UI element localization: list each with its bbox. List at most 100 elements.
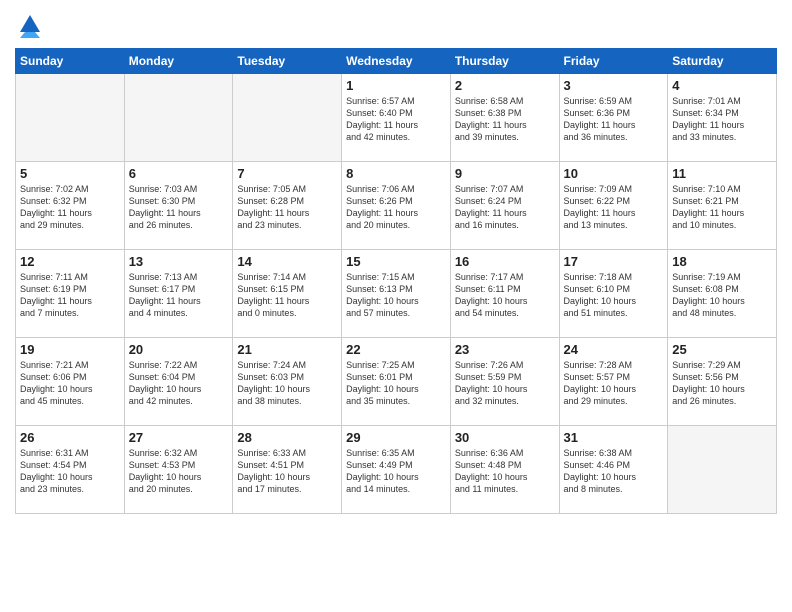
calendar-cell: 11 Sunrise: 7:10 AM Sunset: 6:21 PM Dayli… [668, 162, 777, 250]
calendar-cell: 26Sunrise: 6:31 AM Sunset: 4:54 PM Dayli… [16, 426, 125, 514]
day-info: Sunrise: 7:02 AM Sunset: 6:32 PM Dayligh… [20, 183, 120, 232]
day-number: 24 [564, 342, 664, 357]
calendar-cell: 2 Sunrise: 6:58 AM Sunset: 6:38 PM Daylig… [450, 74, 559, 162]
week-row-4: 19 Sunrise: 7:21 AM Sunset: 6:06 PM Dayli… [16, 338, 777, 426]
logo [15, 10, 48, 40]
day-number: 7 [237, 166, 337, 181]
day-info: Sunrise: 7:05 AM Sunset: 6:28 PM Dayligh… [237, 183, 337, 232]
day-info: Sunrise: 7:07 AM Sunset: 6:24 PM Dayligh… [455, 183, 555, 232]
calendar-cell: 21 Sunrise: 7:24 AM Sunset: 6:03 PM Dayli… [233, 338, 342, 426]
calendar-cell: 24 Sunrise: 7:28 AM Sunset: 5:57 PM Dayli… [559, 338, 668, 426]
day-info: Sunrise: 7:13 AM Sunset: 6:17 PM Dayligh… [129, 271, 229, 320]
day-number: 12 [20, 254, 120, 269]
day-info: Sunrise: 7:18 AM Sunset: 6:10 PM Dayligh… [564, 271, 664, 320]
calendar-cell: 4Sunrise: 7:01 AM Sunset: 6:34 PM Daylig… [668, 74, 777, 162]
calendar-cell [124, 74, 233, 162]
calendar-cell: 18Sunrise: 7:19 AM Sunset: 6:08 PM Dayli… [668, 250, 777, 338]
day-number: 11 [672, 166, 772, 181]
weekday-header-tuesday: Tuesday [233, 49, 342, 74]
day-number: 1 [346, 78, 446, 93]
day-info: Sunrise: 7:29 AM Sunset: 5:56 PM Dayligh… [672, 359, 772, 408]
calendar-cell: 17 Sunrise: 7:18 AM Sunset: 6:10 PM Dayli… [559, 250, 668, 338]
day-info: Sunrise: 6:57 AM Sunset: 6:40 PM Dayligh… [346, 95, 446, 144]
calendar-cell: 29Sunrise: 6:35 AM Sunset: 4:49 PM Dayli… [342, 426, 451, 514]
header [15, 10, 777, 40]
calendar-cell: 30Sunrise: 6:36 AM Sunset: 4:48 PM Dayli… [450, 426, 559, 514]
day-info: Sunrise: 6:59 AM Sunset: 6:36 PM Dayligh… [564, 95, 664, 144]
week-row-2: 5 Sunrise: 7:02 AM Sunset: 6:32 PM Daylig… [16, 162, 777, 250]
day-number: 20 [129, 342, 229, 357]
day-info: Sunrise: 7:15 AM Sunset: 6:13 PM Dayligh… [346, 271, 446, 320]
day-info: Sunrise: 7:06 AM Sunset: 6:26 PM Dayligh… [346, 183, 446, 232]
day-info: Sunrise: 6:58 AM Sunset: 6:38 PM Dayligh… [455, 95, 555, 144]
day-info: Sunrise: 7:25 AM Sunset: 6:01 PM Dayligh… [346, 359, 446, 408]
day-number: 30 [455, 430, 555, 445]
calendar-cell: 7 Sunrise: 7:05 AM Sunset: 6:28 PM Daylig… [233, 162, 342, 250]
week-row-1: 1 Sunrise: 6:57 AM Sunset: 6:40 PM Daylig… [16, 74, 777, 162]
day-info: Sunrise: 7:19 AM Sunset: 6:08 PM Dayligh… [672, 271, 772, 320]
weekday-header-monday: Monday [124, 49, 233, 74]
day-number: 17 [564, 254, 664, 269]
day-number: 15 [346, 254, 446, 269]
calendar-cell [668, 426, 777, 514]
week-row-5: 26Sunrise: 6:31 AM Sunset: 4:54 PM Dayli… [16, 426, 777, 514]
calendar-cell: 13Sunrise: 7:13 AM Sunset: 6:17 PM Dayli… [124, 250, 233, 338]
day-number: 28 [237, 430, 337, 445]
calendar-cell: 31 Sunrise: 6:38 AM Sunset: 4:46 PM Dayli… [559, 426, 668, 514]
calendar-cell: 3 Sunrise: 6:59 AM Sunset: 6:36 PM Daylig… [559, 74, 668, 162]
weekday-header-row: SundayMondayTuesdayWednesdayThursdayFrid… [16, 49, 777, 74]
day-info: Sunrise: 7:22 AM Sunset: 6:04 PM Dayligh… [129, 359, 229, 408]
day-number: 5 [20, 166, 120, 181]
calendar-cell: 28 Sunrise: 6:33 AM Sunset: 4:51 PM Dayli… [233, 426, 342, 514]
day-info: Sunrise: 6:32 AM Sunset: 4:53 PM Dayligh… [129, 447, 229, 496]
day-info: Sunrise: 7:28 AM Sunset: 5:57 PM Dayligh… [564, 359, 664, 408]
day-info: Sunrise: 6:31 AM Sunset: 4:54 PM Dayligh… [20, 447, 120, 496]
weekday-header-thursday: Thursday [450, 49, 559, 74]
day-number: 31 [564, 430, 664, 445]
calendar-cell: 25Sunrise: 7:29 AM Sunset: 5:56 PM Dayli… [668, 338, 777, 426]
calendar-cell: 1 Sunrise: 6:57 AM Sunset: 6:40 PM Daylig… [342, 74, 451, 162]
weekday-header-sunday: Sunday [16, 49, 125, 74]
calendar-cell: 19 Sunrise: 7:21 AM Sunset: 6:06 PM Dayli… [16, 338, 125, 426]
calendar-cell: 6Sunrise: 7:03 AM Sunset: 6:30 PM Daylig… [124, 162, 233, 250]
calendar-cell [16, 74, 125, 162]
day-info: Sunrise: 7:14 AM Sunset: 6:15 PM Dayligh… [237, 271, 337, 320]
day-number: 29 [346, 430, 446, 445]
day-number: 14 [237, 254, 337, 269]
day-info: Sunrise: 7:26 AM Sunset: 5:59 PM Dayligh… [455, 359, 555, 408]
weekday-header-friday: Friday [559, 49, 668, 74]
calendar-cell: 20 Sunrise: 7:22 AM Sunset: 6:04 PM Dayli… [124, 338, 233, 426]
day-number: 23 [455, 342, 555, 357]
page: SundayMondayTuesdayWednesdayThursdayFrid… [0, 0, 792, 612]
day-number: 10 [564, 166, 664, 181]
day-info: Sunrise: 7:21 AM Sunset: 6:06 PM Dayligh… [20, 359, 120, 408]
calendar-cell: 10 Sunrise: 7:09 AM Sunset: 6:22 PM Dayli… [559, 162, 668, 250]
day-number: 4 [672, 78, 772, 93]
calendar-cell: 9 Sunrise: 7:07 AM Sunset: 6:24 PM Daylig… [450, 162, 559, 250]
day-number: 6 [129, 166, 229, 181]
day-number: 2 [455, 78, 555, 93]
day-number: 19 [20, 342, 120, 357]
day-number: 9 [455, 166, 555, 181]
day-number: 16 [455, 254, 555, 269]
day-info: Sunrise: 6:33 AM Sunset: 4:51 PM Dayligh… [237, 447, 337, 496]
day-number: 21 [237, 342, 337, 357]
day-info: Sunrise: 7:10 AM Sunset: 6:21 PM Dayligh… [672, 183, 772, 232]
weekday-header-wednesday: Wednesday [342, 49, 451, 74]
calendar-cell: 22Sunrise: 7:25 AM Sunset: 6:01 PM Dayli… [342, 338, 451, 426]
day-number: 8 [346, 166, 446, 181]
calendar-cell [233, 74, 342, 162]
calendar-cell: 8 Sunrise: 7:06 AM Sunset: 6:26 PM Daylig… [342, 162, 451, 250]
calendar-cell: 16 Sunrise: 7:17 AM Sunset: 6:11 PM Dayli… [450, 250, 559, 338]
day-info: Sunrise: 7:24 AM Sunset: 6:03 PM Dayligh… [237, 359, 337, 408]
day-info: Sunrise: 7:17 AM Sunset: 6:11 PM Dayligh… [455, 271, 555, 320]
logo-icon [15, 10, 45, 40]
day-info: Sunrise: 6:38 AM Sunset: 4:46 PM Dayligh… [564, 447, 664, 496]
day-info: Sunrise: 7:11 AM Sunset: 6:19 PM Dayligh… [20, 271, 120, 320]
day-number: 3 [564, 78, 664, 93]
weekday-header-saturday: Saturday [668, 49, 777, 74]
calendar-cell: 27Sunrise: 6:32 AM Sunset: 4:53 PM Dayli… [124, 426, 233, 514]
calendar-cell: 23 Sunrise: 7:26 AM Sunset: 5:59 PM Dayli… [450, 338, 559, 426]
day-info: Sunrise: 7:09 AM Sunset: 6:22 PM Dayligh… [564, 183, 664, 232]
calendar-cell: 5 Sunrise: 7:02 AM Sunset: 6:32 PM Daylig… [16, 162, 125, 250]
